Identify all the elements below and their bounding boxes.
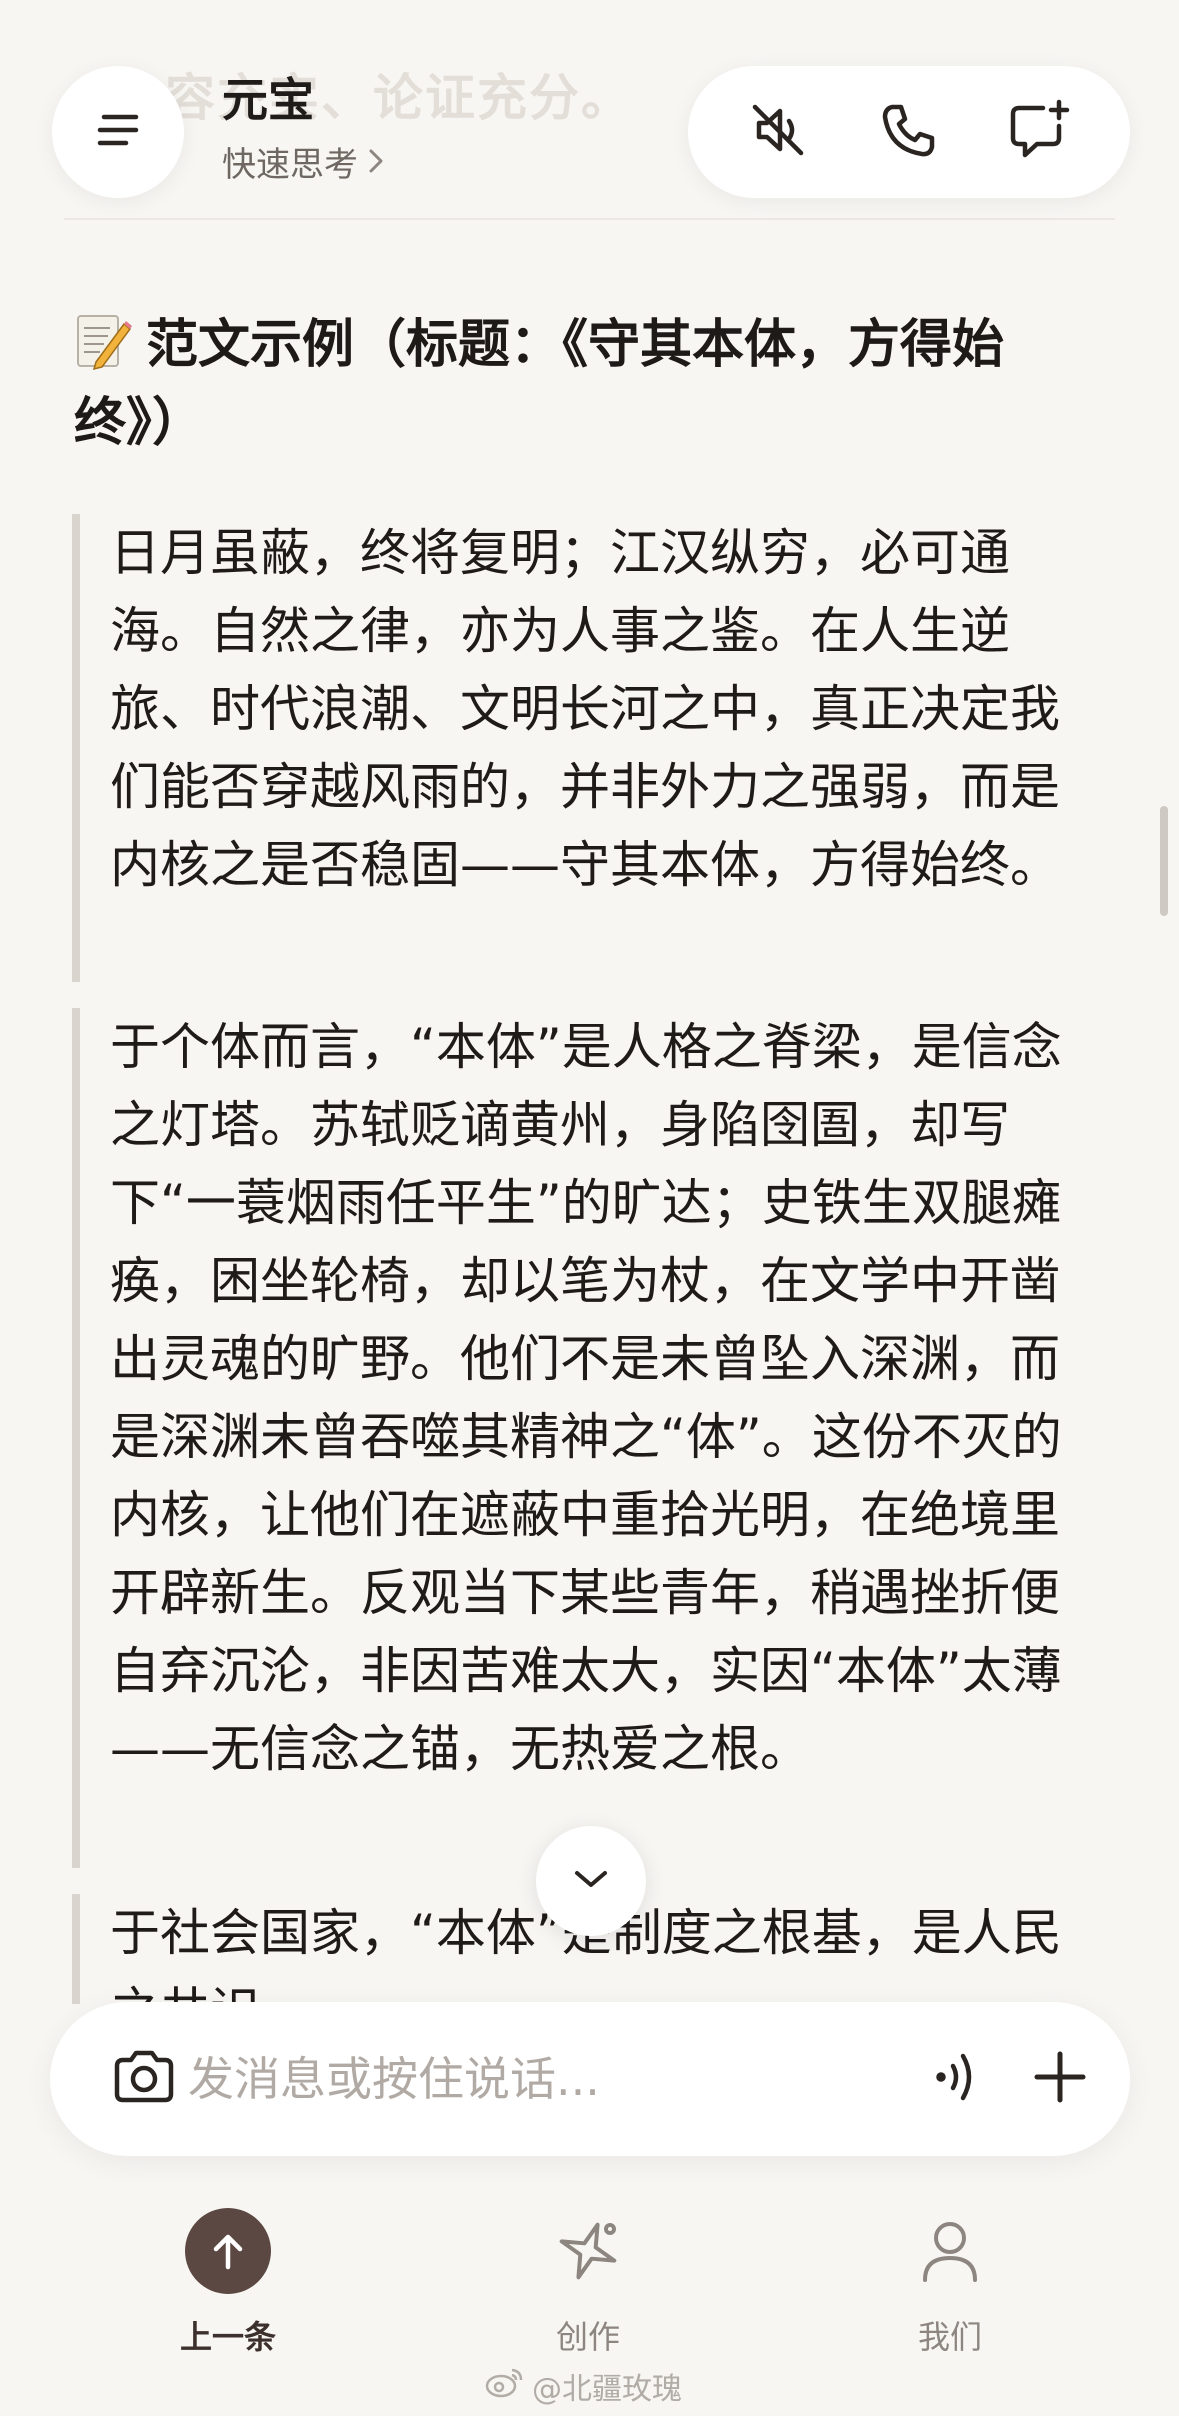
- phone-icon: [878, 99, 940, 165]
- person-icon: [907, 2208, 993, 2294]
- memo-emoji-icon: [74, 310, 132, 372]
- voice-wave-icon: [931, 2046, 981, 2112]
- weibo-logo-icon: [484, 2366, 524, 2406]
- watermark-text: @北疆玫瑰: [532, 2372, 682, 2407]
- header-actions: [688, 66, 1130, 198]
- nav-label: 我们: [917, 2318, 982, 2356]
- scrollbar-thumb[interactable]: [1160, 806, 1168, 916]
- scroll-to-bottom-button[interactable]: [536, 1826, 646, 1936]
- section-heading: 范文示例（标题：《守其本体，方得始终》）: [74, 306, 1084, 462]
- mute-button[interactable]: [728, 82, 828, 182]
- watermark: @北疆玫瑰: [484, 2364, 682, 2408]
- section-heading-text: 范文示例（标题：《守其本体，方得始终》）: [74, 315, 1005, 453]
- camera-icon: [111, 2048, 177, 2110]
- new-chat-button[interactable]: [990, 82, 1090, 182]
- bottom-navigation: 上一条 创作 我们: [0, 2180, 1179, 2360]
- create-sparkle-icon: [545, 2208, 631, 2294]
- add-button[interactable]: [1010, 2029, 1110, 2129]
- nav-us[interactable]: 我们: [850, 2208, 1050, 2358]
- nav-label: 创作: [555, 2318, 620, 2356]
- voice-input-button[interactable]: [906, 2029, 1006, 2129]
- speaker-muted-icon: [747, 99, 809, 165]
- mode-label: 快速思考: [222, 144, 358, 185]
- nav-previous[interactable]: 上一条: [128, 2208, 328, 2358]
- chat-title-block[interactable]: 元宝 快速思考: [222, 74, 384, 186]
- arrow-up-icon: [185, 2208, 271, 2294]
- chevron-right-icon: [368, 148, 384, 174]
- menu-icon: [96, 113, 140, 151]
- mode-selector[interactable]: 快速思考: [222, 137, 384, 186]
- blockquote-paragraph: 日月虽蔽，终将复明；江汉纵穷，必可通海。自然之律，亦为人事之鉴。在人生逆旅、时代…: [72, 514, 1082, 982]
- plus-icon: [1031, 2048, 1089, 2110]
- menu-button[interactable]: [52, 66, 184, 198]
- message-input-bar: [50, 2002, 1130, 2156]
- chevron-down-icon: [571, 1867, 611, 1895]
- message-input[interactable]: [188, 2042, 798, 2116]
- nav-label: 上一条: [179, 2318, 276, 2356]
- app-title: 元宝: [222, 73, 314, 127]
- camera-button[interactable]: [94, 2029, 194, 2129]
- call-button[interactable]: [859, 82, 959, 182]
- new-chat-icon: [1007, 98, 1073, 166]
- blockquote-paragraph: 于个体而言，“本体”是人格之脊梁，是信念之灯塔。苏轼贬谪黄州，身陷囹圄，却写下“…: [72, 1008, 1082, 1868]
- nav-create[interactable]: 创作: [488, 2208, 688, 2358]
- divider: [64, 218, 1115, 220]
